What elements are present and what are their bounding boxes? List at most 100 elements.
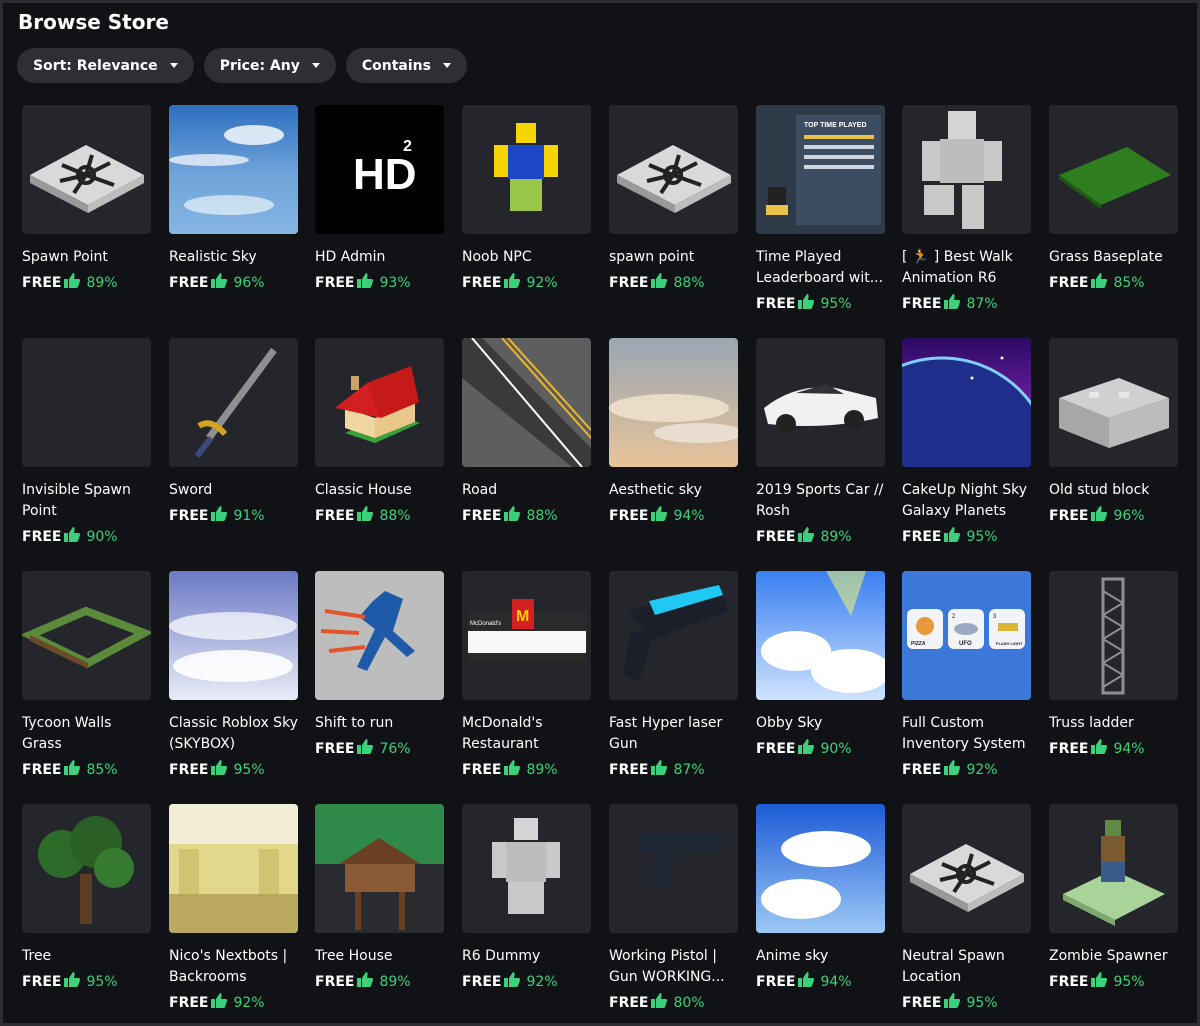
item-rating: 95% [966,994,998,1011]
item-name[interactable]: McDonald's Restaurant [462,713,594,755]
item-name[interactable]: 2019 Sports Car // Rosh [756,480,888,522]
item-name[interactable]: Working Pistol | Gun WORKING... [609,946,741,988]
item-card[interactable]: [ 🏃 ] Best Walk Animation R6 FREE 87% [902,105,1032,313]
item-card[interactable]: PIZZA UFO FLASH LIGHT 2 3 Full Custom Invento… [902,571,1032,779]
item-thumbnail[interactable] [902,338,1031,467]
item-card[interactable]: Nico's Nextbots | Backrooms FREE 92% [169,804,299,1012]
item-thumbnail[interactable] [902,804,1031,933]
item-thumbnail[interactable] [756,571,885,700]
item-name[interactable]: Grass Baseplate [1049,247,1181,268]
item-name[interactable]: Tycoon Walls Grass [22,713,154,755]
item-card[interactable]: Obby Sky FREE 90% [756,571,886,758]
item-thumbnail[interactable] [22,338,151,467]
item-thumbnail[interactable] [609,804,738,933]
item-name[interactable]: Fast Hyper laser Gun [609,713,741,755]
item-card[interactable]: CakeUp Night Sky Galaxy Planets FREE 95% [902,338,1032,546]
item-name[interactable]: Zombie Spawner [1049,946,1181,967]
item-name[interactable]: Realistic Sky [169,247,301,268]
item-name[interactable]: Classic House [315,480,447,501]
item-thumbnail[interactable]: M McDonald's [462,571,591,700]
item-name[interactable]: Spawn Point [22,247,154,268]
item-thumbnail[interactable] [462,804,591,933]
item-name[interactable]: Sword [169,480,301,501]
item-name[interactable]: Full Custom Inventory System [902,713,1034,755]
item-card[interactable]: spawn point FREE 88% [609,105,739,292]
item-name[interactable]: R6 Dummy [462,946,594,967]
item-card[interactable]: Aesthetic sky FREE 94% [609,338,739,525]
item-thumbnail[interactable] [315,804,444,933]
item-card[interactable]: Truss ladder FREE 94% [1049,571,1179,758]
item-name[interactable]: Old stud block [1049,480,1181,501]
item-thumbnail[interactable] [22,571,151,700]
price-dropdown[interactable]: Price: Any [203,48,336,83]
item-name[interactable]: Classic Roblox Sky (SKYBOX) [169,713,301,755]
item-card[interactable]: Tycoon Walls Grass FREE 85% [22,571,152,779]
item-card[interactable]: HD 2 HD Admin FREE 93% [315,105,445,292]
item-thumbnail[interactable] [169,338,298,467]
item-name[interactable]: Invisible Spawn Point [22,480,154,522]
item-card[interactable]: Spawn Point FREE 89% [22,105,152,292]
item-name[interactable]: Truss ladder [1049,713,1181,734]
item-name[interactable]: Road [462,480,594,501]
item-name[interactable]: Obby Sky [756,713,888,734]
item-card[interactable]: Road FREE 88% [462,338,592,525]
item-name[interactable]: CakeUp Night Sky Galaxy Planets [902,480,1034,522]
item-name[interactable]: Tree House [315,946,447,967]
item-name[interactable]: Shift to run [315,713,447,734]
item-card[interactable]: Tree House FREE 89% [315,804,445,991]
item-thumbnail[interactable] [169,105,298,234]
item-thumbnail[interactable] [22,105,151,234]
item-thumbnail[interactable] [169,804,298,933]
item-thumbnail[interactable] [902,105,1031,234]
item-name[interactable]: spawn point [609,247,741,268]
item-thumbnail[interactable] [756,804,885,933]
item-thumbnail[interactable] [609,338,738,467]
item-thumbnail[interactable] [1049,338,1178,467]
item-thumbnail[interactable] [756,338,885,467]
item-thumbnail[interactable] [609,105,738,234]
item-thumbnail[interactable] [609,571,738,700]
item-thumbnail[interactable] [1049,804,1178,933]
item-card[interactable]: Noob NPC FREE 92% [462,105,592,292]
item-thumbnail[interactable]: TOP TIME PLAYED [756,105,885,234]
item-name[interactable]: Nico's Nextbots | Backrooms [169,946,301,988]
item-card[interactable]: 2019 Sports Car // Rosh FREE 89% [756,338,886,546]
item-thumbnail[interactable] [315,338,444,467]
item-thumbnail[interactable] [462,338,591,467]
item-card[interactable]: Fast Hyper laser Gun FREE 87% [609,571,739,779]
item-thumbnail[interactable] [462,105,591,234]
item-name[interactable]: Aesthetic sky [609,480,741,501]
item-name[interactable]: Neutral Spawn Location [902,946,1034,988]
item-name[interactable]: HD Admin [315,247,447,268]
item-card[interactable]: Classic House FREE 88% [315,338,445,525]
item-card[interactable]: Working Pistol | Gun WORKING... FREE 80% [609,804,739,1012]
item-card[interactable]: Tree FREE 95% [22,804,152,991]
item-thumbnail[interactable] [1049,105,1178,234]
item-card[interactable]: Realistic Sky FREE 96% [169,105,299,292]
item-card[interactable]: TOP TIME PLAYED Time Played Leaderboard w… [756,105,886,313]
item-card[interactable]: Neutral Spawn Location FREE 95% [902,804,1032,1012]
item-card[interactable]: Classic Roblox Sky (SKYBOX) FREE 95% [169,571,299,779]
item-thumbnail[interactable]: PIZZA UFO FLASH LIGHT 2 3 [902,571,1031,700]
sort-dropdown[interactable]: Sort: Relevance [17,48,194,83]
item-card[interactable]: M McDonald's McDonald's Restaurant FREE 89% [462,571,592,779]
item-card[interactable]: Invisible Spawn Point FREE 90% [22,338,152,546]
contains-dropdown[interactable]: Contains [345,48,467,83]
item-thumbnail[interactable] [1049,571,1178,700]
item-name[interactable]: Time Played Leaderboard wit... [756,247,888,289]
item-thumbnail[interactable]: HD 2 [315,105,444,234]
item-name[interactable]: Anime sky [756,946,888,967]
item-card[interactable]: Anime sky FREE 94% [756,804,886,991]
item-name[interactable]: [ 🏃 ] Best Walk Animation R6 [902,247,1034,289]
item-card[interactable]: Sword FREE 91% [169,338,299,525]
item-thumbnail[interactable] [315,571,444,700]
item-thumbnail[interactable] [169,571,298,700]
item-name[interactable]: Tree [22,946,154,967]
item-card[interactable]: R6 Dummy FREE 92% [462,804,592,991]
item-card[interactable]: Grass Baseplate FREE 85% [1049,105,1179,292]
item-thumbnail[interactable] [22,804,151,933]
item-card[interactable]: Zombie Spawner FREE 95% [1049,804,1179,991]
item-card[interactable]: Shift to run FREE 76% [315,571,445,758]
item-name[interactable]: Noob NPC [462,247,594,268]
item-card[interactable]: Old stud block FREE 96% [1049,338,1179,525]
